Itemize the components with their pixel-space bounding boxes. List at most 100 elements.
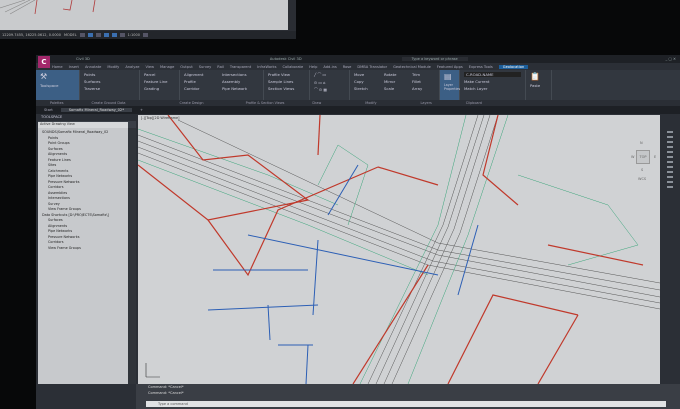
layer-dropdown[interactable]: C-ROAD-NAME [464, 72, 521, 77]
tab[interactable]: Insert [69, 65, 79, 69]
tab[interactable]: Collaborate [282, 65, 303, 69]
tab[interactable]: Help [309, 65, 317, 69]
toolspace-side-tabs[interactable] [128, 128, 136, 384]
tab[interactable]: Featured Apps [437, 65, 463, 69]
viewcube-south[interactable]: S [641, 168, 643, 172]
layer-properties-button[interactable]: ▤ Layer Properties [440, 70, 460, 100]
tab[interactable]: Analyze [125, 65, 139, 69]
tab[interactable]: Manage [160, 65, 174, 69]
tab[interactable]: DMBA Translator [357, 65, 387, 69]
mirror-button[interactable]: Mirror [384, 79, 404, 84]
tab[interactable]: Output [180, 65, 192, 69]
command-input[interactable]: Type a command [146, 401, 666, 407]
tab[interactable]: Transparent [230, 65, 251, 69]
points-button[interactable]: Points [84, 72, 135, 77]
command-line: Command: *Cancel* Command: *Cancel* Type… [136, 384, 680, 409]
match-layer-button[interactable]: Match Layer [464, 86, 521, 91]
grid-icon[interactable] [79, 33, 85, 37]
search-input[interactable]: Type a keyword or phrase [401, 57, 468, 61]
intersections-button[interactable]: Intersections [222, 72, 259, 77]
scale-button[interactable]: Scale [384, 86, 404, 91]
model-toggle[interactable]: MODEL [64, 33, 77, 37]
panel-label-layers[interactable]: Layers [391, 101, 446, 105]
panel-label-modify[interactable]: Modify [335, 101, 390, 105]
tab[interactable]: InfraWorks [257, 65, 276, 69]
corridor-button[interactable]: Corridor [184, 86, 214, 91]
move-button[interactable]: Move [354, 72, 376, 77]
document-tabs: Start Somafix Mineral_Roadway_02* + [36, 106, 680, 114]
viewcube-top[interactable]: TOP [636, 150, 650, 164]
sample-lines-button[interactable]: Sample Lines [268, 79, 305, 84]
tab[interactable]: Express Tools [469, 65, 493, 69]
traverse-button[interactable]: Traverse [84, 86, 135, 91]
design-group-2: Alignment Profile Corridor [180, 70, 218, 100]
snap-icon[interactable] [87, 33, 93, 37]
section-views-button[interactable]: Section Views [268, 86, 305, 91]
tree-item[interactable]: View Frame Groups [38, 246, 128, 252]
trim-button[interactable]: Trim [412, 72, 435, 77]
panel-label-palettes[interactable]: Palettes [36, 101, 78, 105]
stretch-button[interactable]: Stretch [354, 86, 376, 91]
tab[interactable]: Modify [107, 65, 119, 69]
layers-icon: ▤ [444, 72, 452, 81]
circle-icon[interactable]: ⊙ ▭ ⌂ [314, 80, 345, 85]
viewcube-west[interactable]: W [631, 155, 634, 159]
assembly-button[interactable]: Assembly [222, 79, 259, 84]
tab[interactable]: Annotate [85, 65, 101, 69]
profile-button[interactable]: Profile [184, 79, 214, 84]
parcel-button[interactable]: Parcel [144, 72, 175, 77]
ribbon-tabs: Home Insert Annotate Modify Analyze View… [52, 63, 680, 70]
tab[interactable]: Survey [199, 65, 212, 69]
doc-tab-start[interactable]: Start [36, 108, 61, 112]
customize-icon[interactable] [142, 33, 148, 37]
panel-label-draw[interactable]: Draw [298, 101, 335, 105]
surfaces-button[interactable]: Surfaces [84, 79, 135, 84]
viewcube[interactable]: N W TOP E S WCS [626, 133, 660, 193]
tab[interactable]: Rose [343, 65, 352, 69]
viewcube-east[interactable]: E [654, 155, 656, 159]
design-group-1: Parcel Feature Line Grading [140, 70, 180, 100]
feature-line-button[interactable]: Feature Line [144, 79, 175, 84]
ortho-icon[interactable] [95, 33, 101, 37]
window-controls[interactable]: _ ▢ ✕ [666, 57, 677, 61]
polyline-icon[interactable]: ⌒ ⊙ ▦ [314, 87, 345, 93]
pipe-network-button[interactable]: Pipe Network [222, 86, 259, 91]
annotation-icon[interactable] [111, 33, 117, 37]
viewport-controls[interactable]: [-][Top][2D Wireframe] [141, 116, 179, 120]
array-button[interactable]: Array [412, 86, 435, 91]
status-bar: 12209.7455, 16225.0612, 0.0000 MODEL 1:1… [0, 31, 296, 39]
panel-label-design[interactable]: Create Design [140, 101, 218, 105]
panel-label-profile[interactable]: Profile & Section Views [218, 101, 299, 105]
panel-label-clipboard[interactable]: Clipboard [446, 101, 496, 105]
make-current-button[interactable]: Make Current [464, 79, 521, 84]
paste-button[interactable]: 📋 Paste [526, 70, 552, 100]
viewcube-north[interactable]: N [640, 141, 643, 145]
fillet-button[interactable]: Fillet [412, 79, 435, 84]
tab[interactable]: Geotechnical Module [393, 65, 431, 69]
workspace-gear-icon[interactable] [119, 33, 125, 37]
app-menu-button[interactable]: C [38, 56, 50, 68]
alignment-button[interactable]: Alignment [184, 72, 214, 77]
nav-tools-icons[interactable] [667, 131, 673, 191]
navigation-bar[interactable] [660, 115, 680, 384]
tab[interactable]: View [145, 65, 154, 69]
drawing-canvas[interactable]: [-][Top][2D Wireframe] N W TOP E S WCS [138, 115, 660, 384]
toolspace-button[interactable]: ⚒ Toolspace [36, 70, 80, 100]
doc-tab-drawing[interactable]: Somafix Mineral_Roadway_02* [60, 108, 133, 112]
line-icon[interactable]: ╱ ⌒ ▭ [314, 72, 345, 78]
rotate-button[interactable]: Rotate [384, 72, 404, 77]
modify-group-3: Trim Fillet Array [408, 70, 440, 100]
new-tab-button[interactable]: + [132, 108, 151, 112]
copy-button[interactable]: Copy [354, 79, 376, 84]
profile-view-button[interactable]: Profile View [268, 72, 305, 77]
tab[interactable]: Rail [217, 65, 224, 69]
wcs-menu[interactable]: WCS [638, 177, 646, 181]
scale-readout[interactable]: 1:1000 [128, 33, 140, 37]
grading-button[interactable]: Grading [144, 86, 175, 91]
background-drawing-canvas[interactable] [0, 0, 288, 30]
tab[interactable]: Home [52, 65, 63, 69]
osnap-icon[interactable] [103, 33, 109, 37]
panel-label-ground[interactable]: Create Ground Data [78, 101, 140, 105]
tab-active[interactable]: Geolocation [498, 64, 529, 69]
tab[interactable]: Add-ins [323, 65, 336, 69]
